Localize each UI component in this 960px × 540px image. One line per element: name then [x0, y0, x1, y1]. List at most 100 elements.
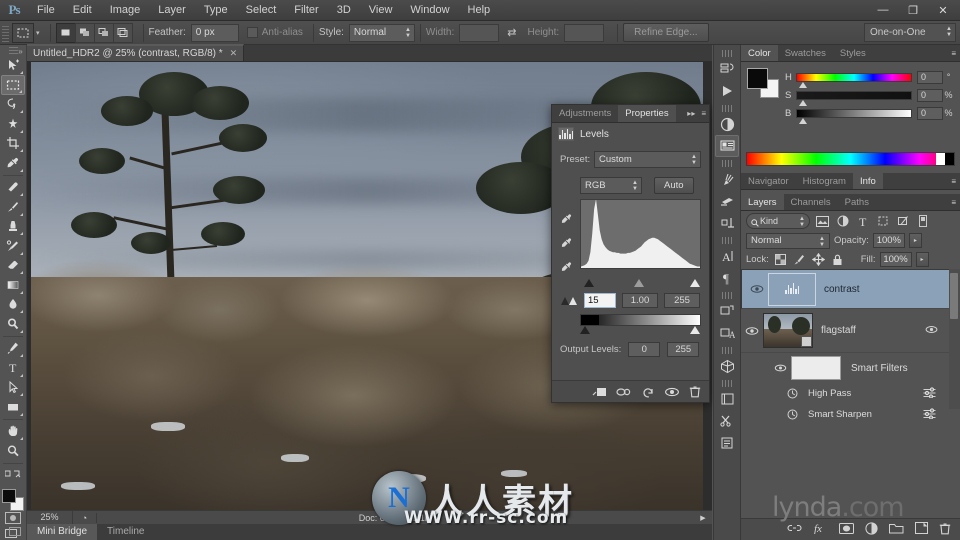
filter-adjustment-icon[interactable] [835, 213, 850, 229]
filter-pixel-icon[interactable] [815, 213, 830, 229]
tab-color[interactable]: Color [741, 45, 778, 61]
panel-menu-icon[interactable]: ≡ [951, 49, 956, 58]
gamma-input-handle[interactable] [634, 279, 644, 287]
clone-stamp-tool[interactable] [1, 217, 25, 237]
brush-panel-icon[interactable] [715, 168, 739, 190]
add-to-selection-button[interactable] [74, 22, 95, 43]
new-selection-button[interactable] [55, 22, 76, 43]
new-group-icon[interactable] [889, 523, 904, 537]
tab-paths[interactable]: Paths [838, 194, 876, 210]
opacity-value[interactable]: 100% [872, 233, 905, 248]
color-spectrum-ramp[interactable] [746, 152, 955, 166]
quick-mask-mode-button[interactable] [3, 510, 23, 525]
close-button[interactable]: ✕ [928, 1, 958, 19]
panel-menu-icon[interactable]: ≡ [951, 198, 956, 207]
smart-filter-visibility-icon[interactable] [787, 409, 803, 420]
table-row[interactable]: contrast [741, 269, 960, 309]
clone-source-panel-icon[interactable] [715, 212, 739, 234]
delete-layer-icon[interactable] [939, 522, 951, 538]
hand-tool[interactable] [1, 422, 25, 442]
horizontal-type-tool[interactable]: T [1, 358, 25, 378]
eyedropper-tool[interactable] [1, 153, 25, 173]
fill-value[interactable]: 100% [879, 252, 912, 267]
style-select[interactable]: Normal ▲ ▼ [348, 23, 415, 42]
paragraph-styles-panel-icon[interactable]: A [715, 322, 739, 344]
character-styles-panel-icon[interactable] [715, 300, 739, 322]
black-input-handle[interactable] [584, 279, 594, 287]
toggle-visibility-icon[interactable] [664, 386, 680, 398]
gradient-tool[interactable] [1, 275, 25, 295]
tab-properties[interactable]: Properties [618, 105, 676, 122]
close-icon[interactable]: ✕ [230, 48, 238, 59]
zoom-level[interactable]: 25% [27, 511, 73, 524]
smart-filter-name[interactable]: Smart Sharpen [808, 409, 872, 420]
filter-settings-icon[interactable] [923, 386, 936, 401]
brightness-slider-track[interactable] [796, 108, 912, 124]
eraser-tool[interactable] [1, 256, 25, 276]
view-previous-state-icon[interactable] [616, 386, 632, 398]
levels-histogram[interactable] [580, 199, 701, 269]
zoom-tool[interactable] [1, 441, 25, 461]
clip-to-layer-icon[interactable] [592, 386, 607, 398]
filter-shape-icon[interactable] [875, 213, 890, 229]
status-menu-arrow-icon[interactable]: ▶ [694, 514, 712, 522]
3d-panel-icon[interactable] [715, 355, 739, 377]
smart-filters-mask-thumbnail[interactable] [791, 356, 841, 380]
add-layer-style-icon[interactable]: fx [813, 522, 828, 537]
smart-filters-visibility-toggle[interactable] [769, 363, 791, 373]
properties-panel-icon[interactable] [715, 135, 739, 157]
tab-styles[interactable]: Styles [833, 45, 873, 61]
link-layers-icon[interactable] [787, 523, 802, 536]
brightness-value[interactable]: 0 [917, 106, 943, 120]
history-brush-tool[interactable] [1, 236, 25, 256]
new-adjustment-layer-icon[interactable] [865, 521, 878, 538]
swap-width-height-icon[interactable]: ⇄ [507, 26, 516, 39]
menu-filter[interactable]: Filter [285, 0, 327, 21]
blend-mode-select[interactable]: Normal ▲ ▼ [746, 232, 830, 249]
tab-adjustments[interactable]: Adjustments [552, 105, 618, 122]
path-selection-tool[interactable] [1, 378, 25, 398]
panel-menu-icon[interactable]: ≡ [701, 109, 706, 118]
filter-smartobject-icon[interactable] [895, 213, 910, 229]
auto-button[interactable]: Auto [654, 177, 694, 194]
rectangular-marquee-tool[interactable] [1, 74, 25, 95]
layer-thumbnail[interactable] [768, 272, 816, 306]
menu-select[interactable]: Select [237, 0, 286, 21]
set-black-point-eyedropper[interactable] [560, 213, 580, 229]
foreground-background-colors[interactable] [1, 489, 25, 512]
menu-edit[interactable]: Edit [64, 0, 101, 21]
reset-icon[interactable] [641, 386, 655, 398]
screen-mode-button[interactable] [3, 525, 23, 540]
lock-transparent-pixels-icon[interactable] [773, 252, 788, 267]
smart-filter-visibility-icon[interactable] [787, 388, 803, 399]
output-black-field[interactable]: 0 [628, 342, 661, 357]
minimize-button[interactable]: — [868, 1, 898, 19]
new-layer-icon[interactable] [915, 522, 928, 537]
layer-thumbnail[interactable] [763, 313, 813, 348]
rectangle-tool[interactable] [1, 397, 25, 417]
smart-filters-row[interactable]: Smart Filters [741, 353, 960, 383]
layer-filter-kind-select[interactable]: Kind ▲ ▼ [746, 213, 810, 229]
chevron-down-icon[interactable]: ▾ [36, 29, 40, 37]
menu-view[interactable]: View [360, 0, 402, 21]
lock-image-pixels-icon[interactable] [792, 252, 807, 267]
smart-filter-name[interactable]: High Pass [808, 388, 851, 399]
delete-icon[interactable] [689, 385, 701, 398]
spot-healing-brush-tool[interactable] [1, 178, 25, 198]
dock-grip[interactable] [722, 50, 732, 57]
dock-expand-icon[interactable]: » [14, 45, 27, 65]
input-white-field[interactable]: 255 [664, 293, 700, 308]
character-panel-icon[interactable]: A [715, 245, 739, 267]
actions-panel-icon[interactable] [715, 80, 739, 102]
output-black-handle[interactable] [580, 326, 590, 334]
tab-histogram[interactable]: Histogram [796, 173, 853, 189]
restore-button[interactable]: ❐ [898, 1, 928, 19]
lock-position-icon[interactable] [811, 252, 826, 267]
history-panel-icon[interactable] [715, 58, 739, 80]
layers-scrollbar[interactable] [949, 269, 960, 409]
fill-stepper[interactable]: ▸ [915, 252, 929, 267]
layer-name[interactable]: flagstaff [821, 325, 856, 336]
filter-type-icon[interactable]: T [855, 213, 870, 229]
tab-timeline[interactable]: Timeline [97, 524, 154, 540]
crop-tool[interactable] [1, 134, 25, 154]
